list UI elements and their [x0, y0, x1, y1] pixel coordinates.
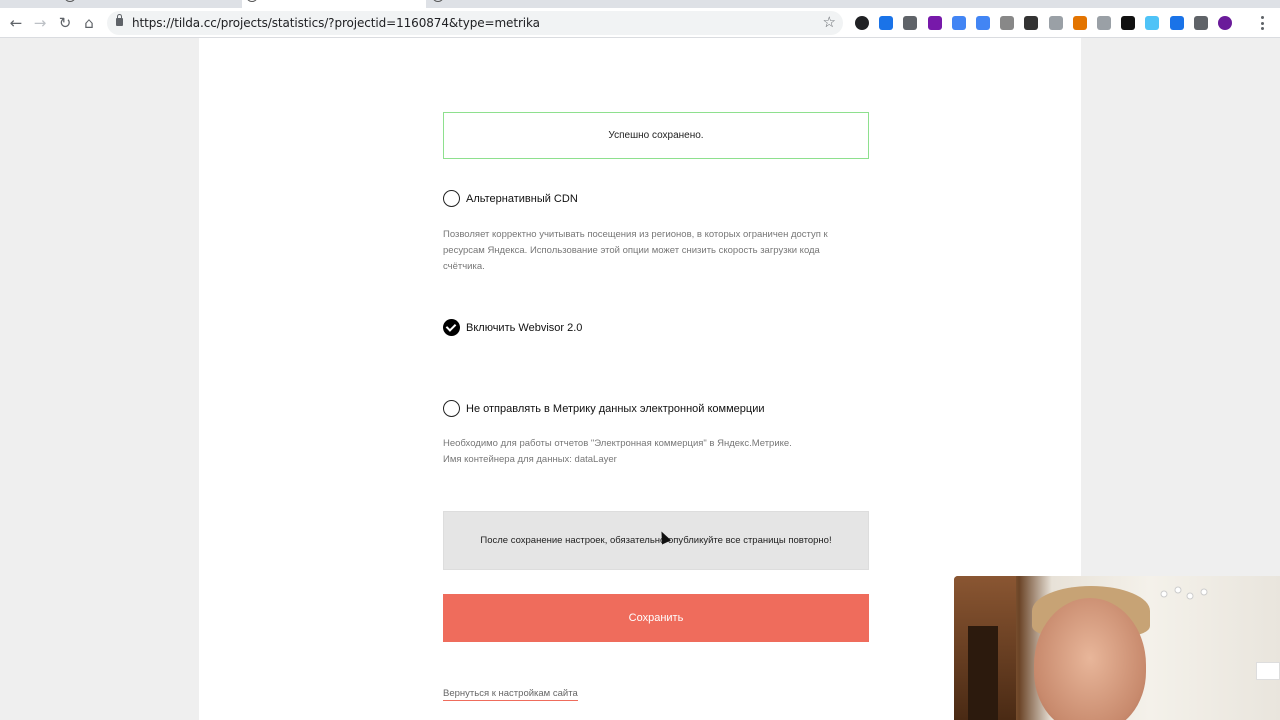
ext-pencil-icon[interactable]	[903, 16, 918, 30]
success-banner: Успешно сохранено.	[443, 112, 869, 159]
ext-dark-circle-icon[interactable]	[855, 16, 869, 30]
radio-unchecked-icon[interactable]	[443, 400, 460, 417]
checkmark-icon[interactable]	[443, 319, 460, 336]
ext-cloud-icon[interactable]	[1048, 16, 1063, 30]
settings-page: Успешно сохранено. Альтернативный CDN По…	[199, 38, 1081, 720]
browser-toolbar: ← → ↻ ⌂ https://tilda.cc/projects/statis…	[0, 8, 1280, 38]
save-button[interactable]: Сохранить	[443, 594, 869, 642]
option-alt-cdn[interactable]: Альтернативный CDN	[443, 190, 578, 207]
description-line: Необходимо для работы отчетов "Электронн…	[443, 438, 792, 449]
ext-translate-icon[interactable]	[951, 16, 966, 30]
option-label: Альтернативный CDN	[466, 192, 578, 205]
back-to-settings-link[interactable]: Вернуться к настройкам сайта	[443, 688, 578, 701]
browser-tab-active[interactable]	[242, 0, 426, 8]
reload-icon[interactable]: ↻	[54, 12, 76, 34]
radio-unchecked-icon[interactable]	[443, 190, 460, 207]
webcam-air-conditioner	[1256, 662, 1280, 680]
ext-window-icon[interactable]	[976, 16, 990, 30]
ext-book-icon[interactable]	[1000, 16, 1015, 30]
webcam-overlay	[954, 576, 1280, 720]
option-webvisor[interactable]: Включить Webvisor 2.0	[443, 319, 582, 336]
forward-icon[interactable]: →	[29, 12, 51, 34]
menu-icon[interactable]	[1260, 16, 1264, 30]
option-label: Не отправлять в Метрику данных электронн…	[466, 402, 765, 415]
option-ecommerce[interactable]: Не отправлять в Метрику данных электронн…	[443, 400, 764, 417]
webcam-chandelier	[1160, 586, 1208, 600]
browser-tab[interactable]	[428, 0, 608, 8]
tab-strip	[0, 0, 1280, 8]
republish-notice: После сохранение настроек, обязательно о…	[443, 511, 869, 570]
webcam-background-doorway	[968, 626, 998, 720]
ext-avatar-icon[interactable]	[1218, 16, 1232, 30]
ext-onenote-icon[interactable]	[927, 16, 942, 30]
ext-code-icon[interactable]	[1097, 16, 1111, 30]
home-icon[interactable]: ⌂	[78, 12, 100, 34]
address-bar[interactable]: https://tilda.cc/projects/statistics/?pr…	[107, 11, 843, 35]
option-description: Позволяет корректно учитывать посещения …	[443, 229, 828, 272]
ext-shield-icon[interactable]	[1024, 16, 1039, 30]
ext-bird-icon[interactable]	[879, 16, 894, 30]
ext-colorball-icon[interactable]	[1072, 16, 1087, 30]
option-description: Необходимо для работы отчетов "Электронн…	[443, 436, 863, 468]
ext-edit-icon[interactable]	[1145, 16, 1160, 30]
url-text[interactable]: https://tilda.cc/projects/statistics/?pr…	[132, 16, 540, 30]
ext-camera-icon[interactable]	[1193, 16, 1208, 30]
back-icon[interactable]: ←	[5, 12, 27, 34]
globe-icon	[64, 0, 76, 2]
globe-icon	[432, 0, 444, 2]
option-label: Включить Webvisor 2.0	[466, 321, 583, 334]
browser-tab[interactable]	[60, 0, 240, 8]
lock-icon	[116, 14, 123, 26]
ext-new-icon[interactable]	[1169, 16, 1184, 30]
star-icon[interactable]: ☆	[823, 13, 836, 31]
ext-cursor-icon[interactable]	[1121, 16, 1136, 30]
description-line: Имя контейнера для данных: dataLayer	[443, 454, 617, 465]
webcam-person-face	[1034, 598, 1146, 720]
globe-icon	[246, 0, 258, 2]
